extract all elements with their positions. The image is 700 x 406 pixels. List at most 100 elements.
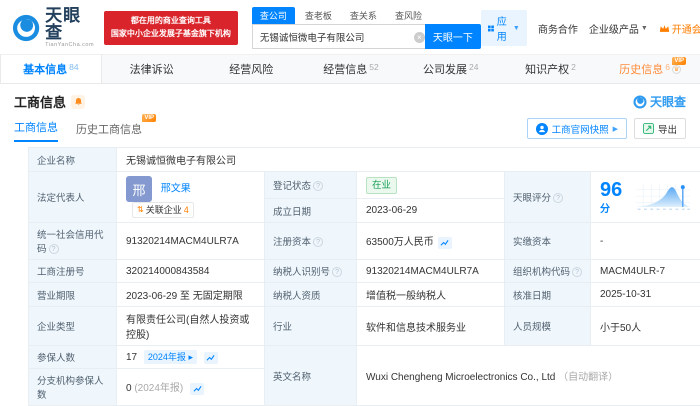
swirl-logo-icon	[633, 94, 647, 109]
chevron-down-icon: ▼	[512, 24, 520, 32]
table-row: 工商注册号 320214000843584 纳税人识别号? 91320214MA…	[28, 259, 700, 283]
section-title: 工商信息	[14, 95, 67, 110]
promo-line-2: 国家中小企业发展子基金旗下机构	[110, 29, 231, 38]
company-name-value: 无锡诚恒微电子有限公司	[115, 147, 700, 172]
help-icon[interactable]: ?	[553, 193, 564, 203]
crown-icon	[659, 24, 669, 32]
approve-date-label: 核准日期	[504, 282, 591, 307]
table-row: 法定代表人 邢 邢文果 ⇅ 关联企业 4 登记状态? 在业 天眼评分? 96分	[28, 170, 700, 223]
credit-code-value: 91320214MACM4ULR7A	[116, 222, 265, 260]
tab-operation-info[interactable]: 经营信息 52	[301, 55, 401, 83]
chevron-down-icon: ▼	[640, 24, 648, 32]
tianyancha-watermark: 天眼查	[633, 93, 686, 110]
credit-code-label: 统一社会信用代码?	[28, 222, 117, 260]
status-badge: 在业	[366, 176, 398, 194]
taxpayer-quality-label: 纳税人资质	[264, 282, 357, 307]
reg-capital-label: 注册资本?	[264, 222, 357, 260]
header-menu: 应用 ▼ 商务合作 企业级产品 ▼ 开通会员 ▼ 费米 ▼	[480, 10, 700, 46]
vip-badge: VIP	[142, 114, 156, 122]
tab-history-info[interactable]: VIP 历史信息 6 ♛	[600, 55, 700, 83]
search-clear-icon[interactable]: ×	[413, 32, 425, 43]
approve-date-value: 2025-10-31	[589, 282, 700, 307]
site-header: 天眼查 TianYanCha.com 都在用的商业查询工具 国家中小企业发展子基…	[0, 0, 700, 54]
table-row: 营业期限 2023-06-29 至 无固定期限 纳税人资质 增值税一般纳税人 核…	[28, 282, 700, 307]
trend-chart-icon[interactable]	[203, 352, 218, 364]
tab-basic-info[interactable]: 基本信息 84	[0, 55, 102, 83]
related-arrows-icon: ⇅	[137, 205, 144, 214]
search-area: 查公司 查老板 查关系 查风险 × 天眼一下	[251, 7, 481, 49]
table-row: 统一社会信用代码? 91320214MACM4ULR7A 注册资本? 63500…	[28, 222, 700, 260]
taxpayer-id-label: 纳税人识别号?	[264, 259, 357, 283]
business-term-label: 营业期限	[28, 282, 117, 307]
brand-domain: TianYanCha.com	[45, 42, 95, 49]
apps-menu[interactable]: 应用 ▼	[480, 10, 527, 46]
subtab-business-info[interactable]: 工商信息	[14, 119, 58, 142]
subtab-history-business-info[interactable]: 历史工商信息 VIP	[76, 114, 156, 142]
industry-label: 行业	[264, 306, 357, 346]
tab-company-development[interactable]: 公司发展 24	[401, 55, 501, 83]
reg-status-cell: 在业	[356, 170, 505, 200]
staff-scale-value: 小于50人	[589, 306, 700, 346]
table-row: 企业类型 有限责任公司(自然人投资或控股) 行业 软件和信息技术服务业 人员规模…	[28, 306, 700, 346]
insured-count-cell: 17 2024年报 ▸	[116, 345, 265, 369]
tyc-score-value: 96	[600, 178, 623, 201]
english-name-label: 英文名称	[264, 345, 357, 406]
score-curve-chart	[635, 184, 691, 210]
establish-date-label: 成立日期	[264, 198, 357, 223]
tianyancha-logo[interactable]: 天眼查 TianYanCha.com	[12, 7, 96, 49]
insured-count-label: 参保人数	[28, 345, 117, 369]
tab-intellectual-property[interactable]: 知识产权 2	[501, 55, 601, 83]
company-type-label: 企业类型	[28, 306, 117, 346]
search-button[interactable]: 天眼一下	[424, 24, 481, 49]
tab-operation-risk[interactable]: 经营风险	[201, 55, 301, 83]
enterprise-products-menu[interactable]: 企业级产品 ▼	[589, 21, 648, 36]
taxpayer-id-value: 91320214MACM4ULR7A	[356, 259, 505, 283]
reg-status-label: 登记状态?	[264, 170, 357, 200]
reg-no-label: 工商注册号	[28, 259, 117, 283]
legal-rep-cell: 邢 邢文果 ⇅ 关联企业 4	[116, 171, 265, 223]
promo-line-1: 都在用的商业查询工具	[130, 16, 211, 26]
paid-capital-value: -	[589, 222, 700, 260]
legal-rep-label: 法定代表人	[28, 171, 117, 223]
export-icon	[642, 123, 654, 134]
english-name-cell: Wuxi Chengheng Microelectronics Co., Ltd…	[355, 345, 700, 406]
company-type-value: 有限责任公司(自然人投资或控股)	[116, 306, 265, 346]
search-input[interactable]	[251, 24, 430, 49]
branch-insured-label: 分支机构参保人数	[28, 368, 117, 406]
export-button[interactable]: 导出	[633, 118, 686, 139]
chevron-right-icon: ▶	[612, 125, 618, 133]
staff-scale-label: 人员规模	[504, 306, 591, 346]
snapshot-camera-icon	[535, 122, 548, 135]
help-icon[interactable]: ?	[572, 267, 583, 277]
annual-report-badge[interactable]: 2024年报 ▸	[143, 350, 197, 364]
promo-banner: 都在用的商业查询工具 国家中小企业发展子基金旗下机构	[103, 11, 238, 45]
help-icon[interactable]: ?	[332, 267, 343, 277]
open-vip-menu[interactable]: 开通会员 ▼	[659, 21, 700, 36]
search-tab-company[interactable]: 查公司	[251, 7, 295, 24]
branch-insured-cell: 0 (2024年报)	[116, 368, 265, 406]
search-type-tabs: 查公司 查老板 查关系 查风险	[251, 7, 481, 24]
help-icon[interactable]: ?	[313, 181, 324, 192]
apps-grid-icon	[487, 25, 494, 31]
business-term-value: 2023-06-29 至 无固定期限	[116, 282, 265, 307]
help-icon[interactable]: ?	[313, 237, 324, 247]
trend-chart-icon[interactable]	[190, 383, 205, 395]
tab-legal-litigation[interactable]: 法律诉讼	[102, 55, 202, 83]
trend-chart-icon[interactable]	[437, 237, 452, 249]
official-snapshot-button[interactable]: 工商官网快照 ▶	[526, 118, 627, 139]
business-info-section: 工商信息 天眼查 工商信息 历史工商信息 VIP 工商官网快照 ▶ 导出 企业名…	[0, 84, 700, 406]
search-tab-relation[interactable]: 查关系	[342, 7, 385, 24]
search-tab-boss[interactable]: 查老板	[297, 7, 340, 24]
help-icon[interactable]: ?	[48, 244, 59, 254]
legal-rep-name-link[interactable]: 邢文果	[161, 184, 191, 195]
legal-rep-avatar[interactable]: 邢	[126, 176, 152, 202]
brand-name: 天眼查	[45, 6, 82, 43]
search-tab-risk[interactable]: 查风险	[387, 7, 430, 24]
related-companies-badge[interactable]: ⇅ 关联企业 4	[132, 202, 194, 218]
reg-capital-cell: 63500万人民币	[356, 222, 505, 260]
industry-value: 软件和信息技术服务业	[356, 306, 505, 346]
business-cooperation-link[interactable]: 商务合作	[538, 21, 578, 36]
monitor-bell-icon[interactable]	[71, 94, 86, 109]
paid-capital-label: 实缴资本	[504, 222, 591, 260]
table-row: 参保人数 17 2024年报 ▸ 英文名称 Wuxi Chengheng Mic…	[28, 345, 700, 406]
